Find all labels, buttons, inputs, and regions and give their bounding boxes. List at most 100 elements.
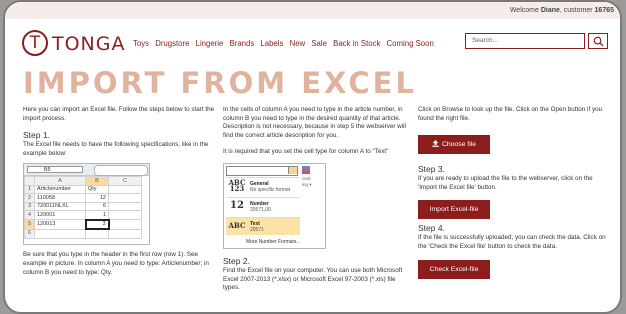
site-logo[interactable]: T TONGA (22, 30, 125, 60)
excel-row: 4 120001 1 (24, 210, 142, 221)
step3-text: If you are ready to upload the file to t… (418, 175, 593, 191)
welcome-message: Welcome Diane, customer 16765 (510, 7, 614, 14)
excel-cell: 120001 (34, 210, 86, 221)
excel-row: 1 Articlenumber Qty (24, 184, 142, 195)
excel-active-cell: 3 (84, 218, 110, 231)
general-format-icon: ABC 123 (228, 177, 246, 193)
excel-col-header: B (85, 176, 109, 186)
browse-text: Click on Browse to look up the file. Cli… (418, 106, 603, 122)
excel-row-number: 1 (24, 184, 35, 195)
search-input[interactable]: Search... (465, 33, 585, 49)
step4-text: If the file is successfully uploaded, yo… (418, 234, 606, 250)
dropdown-arrow-icon (288, 166, 297, 174)
step1-text: The Excel file needs to have the followi… (23, 141, 209, 157)
nav-item-new[interactable]: New (290, 39, 306, 48)
top-bar: Welcome Diane, customer 16765 (5, 2, 620, 19)
excel-cell (108, 228, 142, 239)
excel-cell: 720011NLXL (34, 201, 86, 212)
search-button[interactable] (588, 33, 608, 49)
excel-formula-bar: B5 (24, 164, 149, 177)
excel-row-number: 4 (24, 210, 35, 221)
excel-row: 5 120013 3 (24, 218, 142, 231)
search-icon (593, 36, 604, 47)
excel-row-number: 6 (24, 228, 35, 239)
excel-corner (24, 176, 35, 186)
excel-col-header: A (34, 176, 86, 186)
excel-cell: 12 (85, 193, 109, 203)
format-option-number: 12 Number 20571,00 (226, 196, 300, 215)
excel-row: 6 (24, 228, 142, 239)
main-nav: Toys Drugstore Lingerie Brands Labels Ne… (133, 39, 438, 48)
column-format-text: In the cells of column A you need to typ… (223, 106, 406, 139)
logo-letter: T (29, 33, 41, 53)
page-title: IMPORT FROM EXCEL (23, 66, 417, 100)
nav-item-labels[interactable]: Labels (260, 39, 283, 48)
intro-text: Here you can import an Excel file. Follo… (23, 106, 215, 122)
format-option-text: ABC Text 20571 (226, 216, 300, 235)
number-format-icon: 12 (230, 199, 244, 211)
text-format-icon: ABC (228, 220, 246, 230)
excel-cell (108, 184, 142, 195)
welcome-prefix: Welcome (509, 7, 541, 14)
nav-item-lingerie[interactable]: Lingerie (196, 39, 224, 48)
excel-cell: 120013 (34, 219, 86, 230)
nav-item-coming-soon[interactable]: Coming Soon (387, 39, 434, 48)
excel-formula-field (94, 165, 148, 177)
excel-example-image: B5 A B C 1 Articlenumber Qty 2 110058 12… (23, 163, 150, 246)
excel-cell-ref: B5 (27, 166, 83, 174)
customer-id: 16765 (594, 7, 614, 14)
excel-row-number: 3 (24, 201, 35, 212)
excel-cell (85, 228, 109, 239)
excel-row: 3 720011NLXL 6 (24, 201, 142, 212)
format-option-sample: 20571,00 (250, 206, 271, 213)
excel-grid: A B C 1 Articlenumber Qty 2 110058 12 3 … (24, 176, 142, 239)
upload-icon (432, 140, 439, 148)
excel-cell: 6 (85, 201, 109, 212)
excel-cell (108, 219, 142, 230)
step2-heading: Step 2. (223, 255, 250, 266)
excel-col-header: C (108, 176, 142, 186)
excel-cell: Articlenumber (34, 184, 86, 195)
excel-header-row: A B C (24, 176, 142, 186)
cell-type-text: It is required that you set the cell typ… (223, 148, 389, 156)
step3-heading: Step 3. (418, 164, 445, 175)
excel-cell (108, 210, 142, 221)
step1-heading: Step 1. (23, 130, 50, 141)
number-format-image: onal ing ▾ ABC 123 General No specific f… (223, 162, 326, 249)
logo-text: TONGA (52, 33, 126, 55)
column-format: In the cells of column A you need to typ… (223, 106, 411, 293)
step4-heading: Step 4. (418, 223, 445, 234)
excel-cell: Qty (85, 184, 109, 195)
format-option-sample: No specific format (250, 186, 291, 193)
conditional-format-icon (302, 165, 310, 174)
format-option-sample: 20571 (250, 226, 264, 233)
nav-item-brands[interactable]: Brands (230, 39, 255, 48)
nav-item-back-in-stock[interactable]: Back in Stock (333, 39, 380, 48)
column-instructions: Here you can import an Excel file. Follo… (23, 106, 216, 277)
excel-cell: 110058 (34, 193, 86, 203)
format-option-general: ABC 123 General No specific format (226, 176, 300, 195)
excel-row: 2 110058 12 (24, 193, 142, 203)
choose-file-label: Choose file (441, 141, 476, 149)
nav-item-sale[interactable]: Sale (311, 39, 327, 48)
excel-cell (108, 193, 142, 203)
import-excel-button[interactable]: Import Excel-file (418, 200, 490, 220)
choose-file-button[interactable]: Choose file (418, 135, 490, 155)
excel-row-number: 5 (24, 219, 35, 230)
excel-cell (34, 228, 86, 239)
excel-cell: 1 (85, 210, 109, 221)
side-label: ing ▾ (302, 181, 312, 187)
excel-row-number: 2 (24, 193, 35, 203)
nav-item-drugstore[interactable]: Drugstore (155, 39, 189, 48)
welcome-name: Diane (540, 7, 560, 14)
nav-item-toys[interactable]: Toys (133, 39, 149, 48)
header-instructions-text: Be sure that you type in the header in t… (23, 251, 209, 276)
step2-text: Find the Excel file on your computer. Yo… (223, 266, 403, 292)
welcome-suffix: , customer (559, 7, 593, 14)
browser-frame: Welcome Diane, customer 16765 T TONGA To… (3, 0, 622, 314)
check-excel-button[interactable]: Check Excel-file (418, 259, 490, 279)
column-upload: Click on Browse to look up the file. Cli… (418, 106, 612, 279)
excel-cell (108, 201, 142, 212)
format-side-labels: onal ing ▾ (302, 176, 312, 188)
more-number-formats: More Number Formats... (246, 238, 301, 245)
